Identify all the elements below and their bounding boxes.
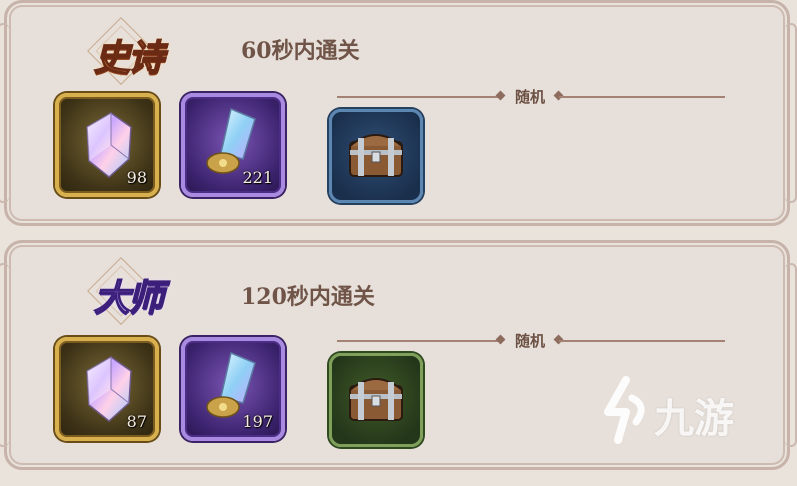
watermark-text: 九游 — [654, 396, 734, 442]
random-divider: 随机 — [337, 88, 727, 106]
master-badge: 大师 — [65, 257, 185, 325]
master-badge-label: 大师 — [93, 276, 165, 320]
reward-slot-random-chest[interactable] — [329, 353, 423, 447]
nine-game-logo-icon — [604, 376, 645, 444]
watermark-logo: 九游 — [596, 376, 766, 446]
reward-quantity: 197 — [242, 412, 273, 431]
random-label: 随机 — [514, 332, 545, 350]
treasure-chest-icon — [349, 134, 403, 177]
reward-quantity: 221 — [242, 168, 273, 187]
clear-condition-text: 60秒内通关 — [241, 38, 360, 64]
random-label: 随机 — [514, 88, 545, 106]
reward-tier-panel-epic: 史诗 60秒内通关 随机 98 221 — [0, 0, 797, 226]
reward-quantity: 87 — [126, 412, 147, 431]
random-divider: 随机 — [337, 332, 727, 350]
reward-slot-rainbow-crystal[interactable]: 98 — [55, 93, 159, 197]
reward-slot-rainbow-crystal[interactable]: 87 — [55, 337, 159, 441]
clear-condition-text: 120秒内通关 — [241, 284, 375, 310]
treasure-chest-icon — [349, 378, 403, 421]
epic-badge-label: 史诗 — [93, 36, 165, 80]
reward-slot-crystal-shard[interactable]: 221 — [181, 93, 285, 197]
reward-slot-random-chest[interactable] — [329, 109, 423, 203]
reward-quantity: 98 — [126, 168, 147, 187]
reward-slot-crystal-shard[interactable]: 197 — [181, 337, 285, 441]
epic-badge: 史诗 — [65, 17, 185, 85]
